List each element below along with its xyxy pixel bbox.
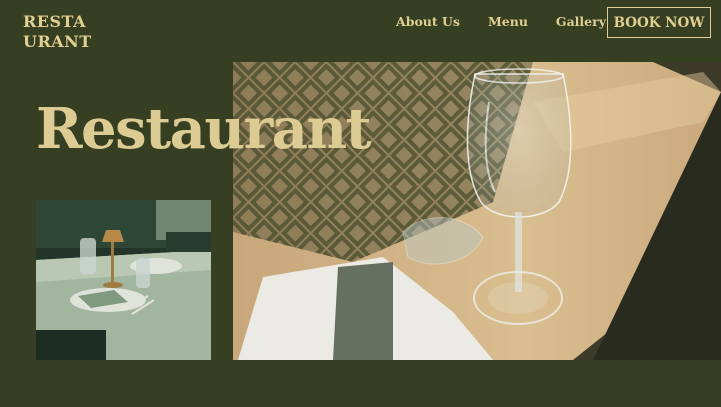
brand-logo-line-2: URANT: [23, 32, 92, 51]
dining-table-photo: [36, 200, 211, 360]
main-nav: About Us Menu Gallery: [396, 14, 634, 29]
nav-link-gallery[interactable]: Gallery: [556, 14, 606, 29]
brand-logo-line-1: RESTA: [23, 12, 86, 31]
brand-logo[interactable]: RESTA URANT: [23, 12, 92, 52]
nav-link-about-us[interactable]: About Us: [396, 14, 460, 29]
hero-title: Restaurant: [36, 96, 371, 162]
book-now-button[interactable]: BOOK NOW: [607, 7, 711, 38]
nav-link-menu[interactable]: Menu: [488, 14, 528, 29]
